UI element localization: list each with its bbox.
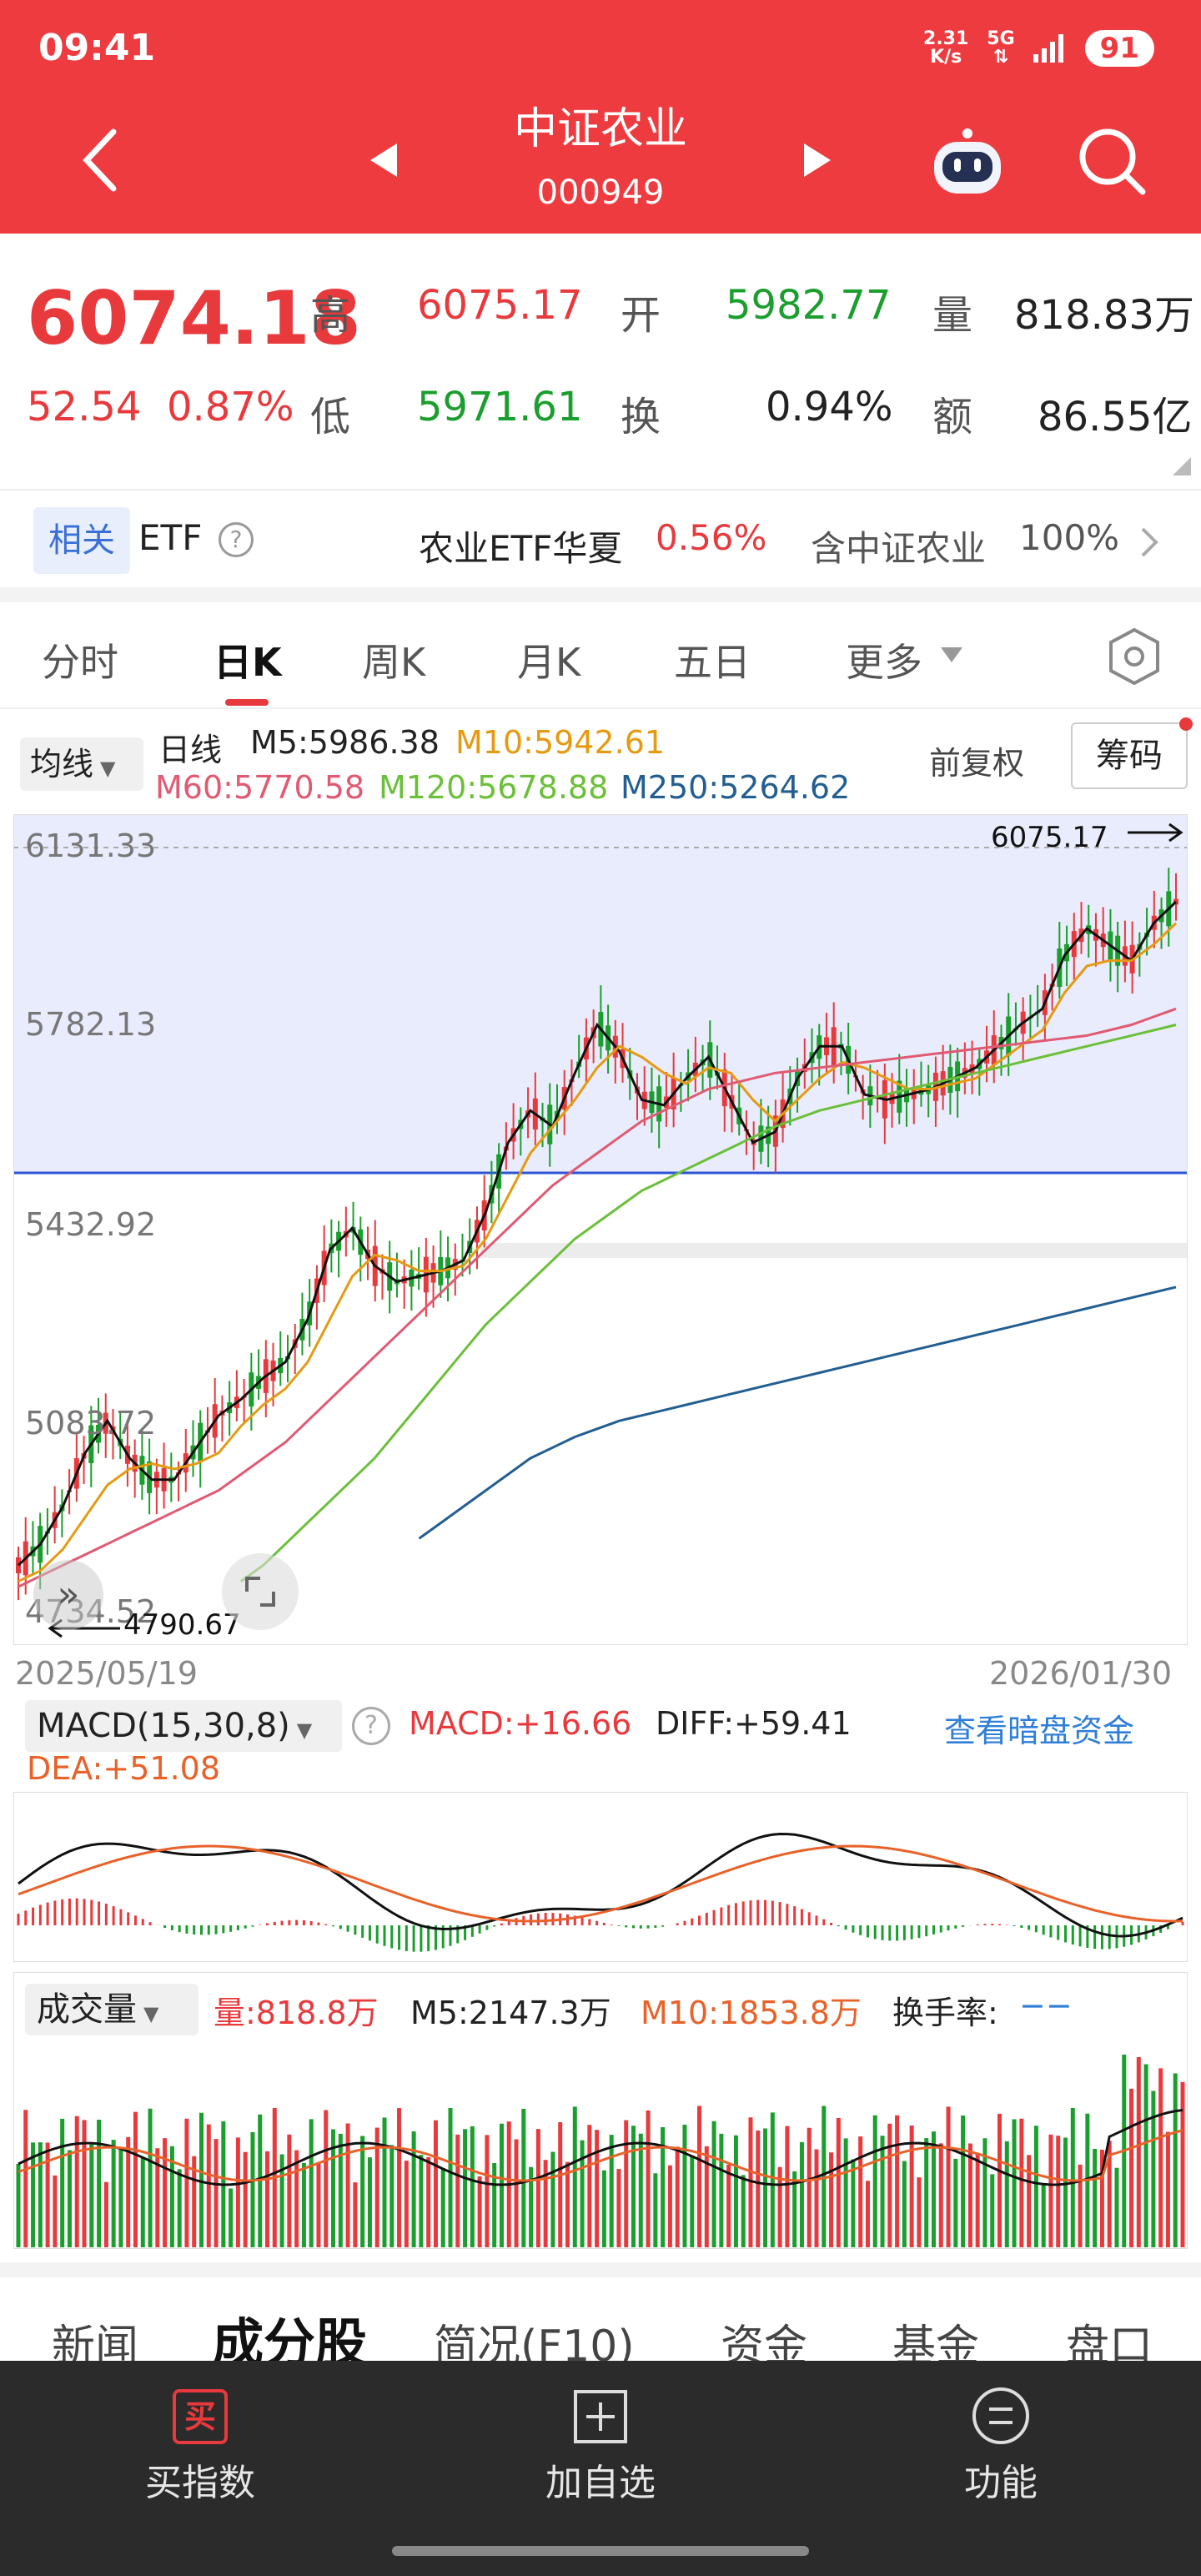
robot-assistant-icon[interactable] xyxy=(927,125,1008,200)
chart-border xyxy=(13,1972,1188,2249)
help-icon[interactable]: ? xyxy=(219,522,254,557)
etf-name[interactable]: 农业ETF华夏 xyxy=(419,521,622,571)
y-tick-3: 5432.92 xyxy=(25,1206,157,1243)
related-etf-label: ETF xyxy=(138,517,203,558)
holdings-pct: 100% xyxy=(1019,517,1120,558)
chart-border xyxy=(13,1792,1188,1962)
tab-daily-k[interactable]: 日K xyxy=(214,632,282,687)
diff-value: DIFF:+59.41 xyxy=(656,1705,852,1742)
macd-selector-label: MACD(15,30,8) xyxy=(37,1707,290,1745)
adjust-mode[interactable]: 前复权 xyxy=(929,737,1024,783)
tab-timeshare[interactable]: 分时 xyxy=(42,632,118,687)
divider xyxy=(0,707,1201,709)
plus-square-icon xyxy=(574,2390,627,2443)
ma120-value: M120:5678.88 xyxy=(379,769,609,806)
caret-down-icon: ▼ xyxy=(100,757,116,780)
caret-down-icon: ▼ xyxy=(296,1718,313,1742)
buy-icon: 买 xyxy=(173,2389,228,2444)
high-value: 6075.17 xyxy=(417,282,583,329)
page-title: 中证农业 xyxy=(513,104,687,154)
volume-chart[interactable] xyxy=(13,1972,1188,2249)
etf-change-pct: 0.56% xyxy=(656,517,767,558)
divider xyxy=(0,489,1201,491)
ma10-value: M10:5942.61 xyxy=(455,724,666,761)
ma-kind: 日线 xyxy=(158,732,223,768)
m250-line xyxy=(418,1285,1177,1540)
turnover-value: 0.94% xyxy=(766,384,893,430)
status-icons: 2.31 K/s 5G ⇅ 91 xyxy=(923,30,1154,67)
holdings-label: 含中证农业 xyxy=(811,528,987,569)
dark-pool-link[interactable]: 查看暗盘资金 xyxy=(944,1705,1134,1751)
battery-badge: 91 xyxy=(1084,30,1154,67)
network-label: 5G xyxy=(987,28,1015,49)
macd-chart[interactable] xyxy=(13,1792,1188,1962)
low-label: 低 xyxy=(310,394,351,440)
search-icon[interactable] xyxy=(1076,125,1148,197)
open-value: 5982.77 xyxy=(726,282,892,329)
status-time: 09:41 xyxy=(38,27,156,69)
macd-value: MACD:+16.66 xyxy=(409,1705,632,1742)
ma-selector-label: 均线 xyxy=(30,746,94,782)
network-5g-icon: 5G ⇅ xyxy=(987,30,1014,67)
expand-corner-icon[interactable] xyxy=(1173,457,1191,475)
functions-label: 功能 xyxy=(964,2462,1038,2504)
ma250-value: M250:5264.62 xyxy=(621,769,851,806)
amount-label: 额 xyxy=(932,394,973,440)
amount-value: 86.55亿 xyxy=(1038,394,1193,440)
chevron-right-icon[interactable] xyxy=(1139,526,1159,559)
caret-down-icon[interactable] xyxy=(941,647,962,664)
add-watchlist-label: 加自选 xyxy=(545,2462,656,2504)
arrow-right-icon xyxy=(1128,823,1183,843)
ma60-value: M60:5770.58 xyxy=(155,769,365,806)
date-start: 2025/05/19 xyxy=(15,1655,198,1692)
y-tick-2: 5782.13 xyxy=(25,1006,157,1043)
section-separator xyxy=(0,587,1201,602)
header-bar: 09:41 2.31 K/s 5G ⇅ 91 中证农业 000949 xyxy=(0,0,1201,234)
net-speed-value: 2.31 xyxy=(923,28,969,49)
kline-chart[interactable] xyxy=(13,814,1188,1645)
help-icon[interactable]: ? xyxy=(352,1707,390,1745)
scroll-back-icon[interactable]: » xyxy=(33,1560,103,1630)
macd-selector[interactable]: MACD(15,30,8) ▼ xyxy=(25,1700,342,1752)
buy-index-label: 买指数 xyxy=(145,2462,255,2504)
tab-five-day[interactable]: 五日 xyxy=(674,632,751,687)
settings-hexagon-icon[interactable] xyxy=(1108,627,1161,686)
tab-weekly-k[interactable]: 周K xyxy=(362,632,425,687)
chips-button[interactable]: 筹码 xyxy=(1071,722,1188,789)
y-tick-4: 5083.72 xyxy=(25,1405,157,1441)
dea-value: DEA:+51.08 xyxy=(27,1750,221,1787)
home-indicator xyxy=(392,2546,809,2556)
net-speed-unit: K/s xyxy=(930,47,962,68)
y-tick-1: 6131.33 xyxy=(25,828,157,864)
transfer-arrows-icon: ⇅ xyxy=(992,47,1009,68)
volume-label: 量 xyxy=(932,292,973,339)
high-label: 高 xyxy=(310,292,351,339)
low-value: 5971.61 xyxy=(417,384,583,430)
bottom-nav: 买 买指数 加自选 功能 xyxy=(0,2361,1201,2576)
fullscreen-icon[interactable] xyxy=(222,1553,299,1630)
stock-code: 000949 xyxy=(536,174,665,212)
turnover-label: 换 xyxy=(621,394,661,440)
price-change-pct: 0.87% xyxy=(167,384,294,430)
net-speed: 2.31 K/s xyxy=(923,30,968,67)
open-label: 开 xyxy=(621,292,661,339)
notification-dot xyxy=(1179,717,1193,731)
next-stock-icon[interactable] xyxy=(801,142,834,179)
overlay-strip xyxy=(480,1243,1188,1258)
date-end: 2026/01/30 xyxy=(989,1655,1173,1692)
volume-value: 818.83万 xyxy=(1014,292,1194,339)
menu-circle-icon xyxy=(972,2387,1029,2444)
tab-more[interactable]: 更多 xyxy=(846,632,922,687)
tab-monthly-k[interactable]: 月K xyxy=(517,632,580,687)
ma-selector[interactable]: 均线 ▼ xyxy=(20,737,143,791)
section-separator xyxy=(0,2262,1201,2277)
high-marker-label: 6075.17 xyxy=(991,821,1108,854)
signal-icon xyxy=(1033,34,1063,63)
diff-line xyxy=(18,1832,1183,1938)
price-change: 52.54 xyxy=(27,384,142,430)
ma5-value: M5:5986.38 xyxy=(250,724,440,761)
related-tag: 相关 xyxy=(33,507,130,574)
active-tab-indicator xyxy=(225,699,269,706)
